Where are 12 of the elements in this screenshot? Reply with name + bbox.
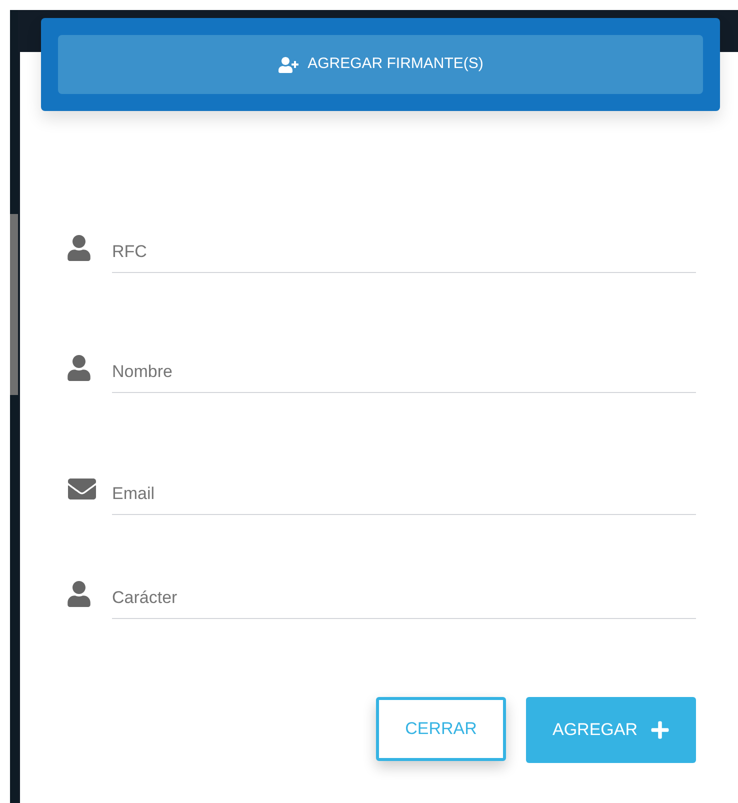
text-field[interactable]: Email (112, 475, 696, 515)
user-icon (66, 355, 92, 381)
text-field[interactable]: RFC (112, 233, 696, 273)
text-field[interactable]: Carácter (112, 579, 696, 619)
user-plus-icon (278, 56, 299, 72)
add-signer-button[interactable]: AGREGAR FIRMANTE(S) (58, 35, 703, 94)
close-button[interactable]: CERRAR (376, 697, 506, 761)
user-icon (66, 581, 92, 607)
text-field[interactable]: Nombre (112, 353, 696, 393)
user-icon (66, 235, 92, 261)
add-button[interactable]: AGREGAR (526, 697, 696, 763)
plus-icon (650, 720, 670, 740)
